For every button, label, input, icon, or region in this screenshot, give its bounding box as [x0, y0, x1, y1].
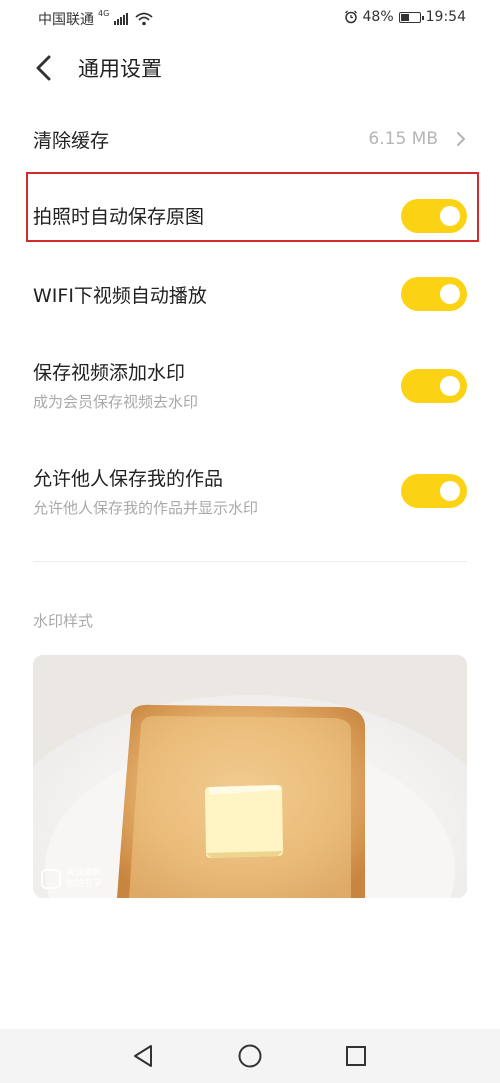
clock: 19:54 [425, 9, 466, 25]
alarm-icon [344, 10, 357, 24]
chevron-right-icon [457, 132, 465, 146]
section-divider [33, 561, 467, 562]
toggle-knob [440, 284, 460, 304]
nav-back-button[interactable] [128, 1041, 158, 1071]
toggle-knob [440, 206, 460, 226]
camera-logo-icon [41, 869, 61, 889]
page-title: 通用设置 [78, 57, 162, 81]
wifi-autoplay-row: WIFI下视频自动播放 [0, 274, 500, 314]
battery-icon [398, 11, 424, 23]
toggle-knob [440, 481, 460, 501]
status-left: 中国联通 4G [38, 9, 153, 29]
nav-home-button[interactable] [235, 1041, 265, 1071]
nav-recents-button[interactable] [341, 1041, 371, 1071]
system-nav-bar [0, 1029, 500, 1083]
status-bar: 中国联通 4G 48% 19:54 [0, 0, 500, 36]
video-watermark-subtitle: 成为会员保存视频去水印 [33, 393, 199, 411]
triangle-back-icon [134, 1045, 152, 1067]
auto-save-original-label: 拍照时自动保存原图 [33, 206, 205, 228]
wifi-autoplay-toggle[interactable] [401, 277, 467, 311]
watermark-app-name: 黄油相机 [66, 868, 103, 878]
square-recents-icon [346, 1046, 366, 1066]
auto-save-original-toggle[interactable] [401, 199, 467, 233]
wifi-icon [135, 12, 153, 26]
allow-others-save-label: 允许他人保存我的作品 [33, 468, 224, 490]
allow-others-save-toggle[interactable] [401, 474, 467, 508]
cache-size-value: 6.15 MB [368, 129, 438, 149]
allow-others-save-subtitle: 允许他人保存我的作品并显示水印 [33, 499, 259, 517]
toggle-knob [440, 376, 460, 396]
wifi-autoplay-label: WIFI下视频自动播放 [33, 285, 207, 307]
network-type: 4G [98, 9, 110, 18]
watermark-style-label: 水印样式 [33, 612, 94, 630]
chevron-left-icon [36, 55, 51, 81]
battery-percent: 48% [362, 9, 394, 25]
carrier-name: 中国联通 [38, 12, 94, 28]
video-watermark-label: 保存视频添加水印 [33, 362, 186, 384]
watermark-badge: 黄油相机 你的名字 [41, 868, 102, 890]
clear-cache-label: 清除缓存 [33, 130, 110, 152]
video-watermark-row: 保存视频添加水印 成为会员保存视频去水印 [0, 358, 500, 418]
auto-save-original-row: 拍照时自动保存原图 [0, 196, 500, 236]
header: 通用设置 [0, 44, 500, 90]
allow-others-save-row: 允许他人保存我的作品 允许他人保存我的作品并显示水印 [0, 464, 500, 524]
watermark-user-name: 你的名字 [66, 879, 103, 889]
back-button[interactable] [26, 50, 62, 86]
watermark-preview-image[interactable]: 黄油相机 你的名字 [33, 655, 467, 898]
signal-icon [114, 13, 129, 25]
video-watermark-toggle[interactable] [401, 369, 467, 403]
circle-home-icon [238, 1044, 262, 1068]
clear-cache-row[interactable]: 清除缓存 6.15 MB [0, 116, 500, 162]
status-right: 48% 19:54 [344, 9, 466, 25]
toast-photo [33, 655, 467, 898]
